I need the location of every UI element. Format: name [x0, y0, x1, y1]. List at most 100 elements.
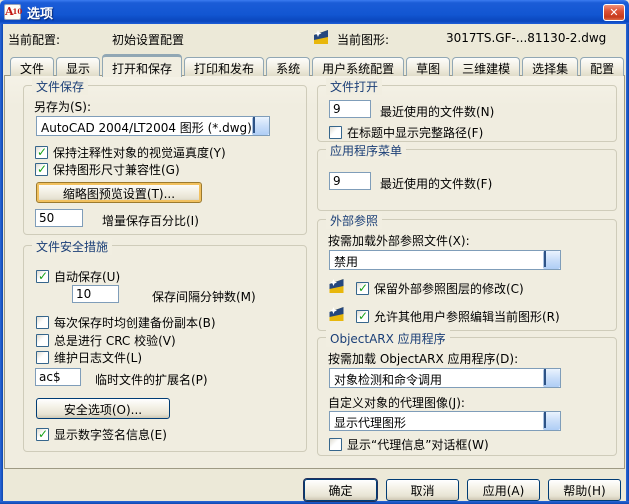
full-path-checkbox[interactable] [329, 126, 342, 139]
backup-copy-checkbox[interactable] [36, 316, 49, 329]
size-compat-checkbox[interactable] [35, 163, 48, 176]
window-title: 选项 [27, 3, 603, 22]
current-profile-value: 初始设置配置 [112, 31, 184, 48]
recent-files-input[interactable] [329, 100, 371, 118]
size-compat-label: 保持图形尺寸兼容性(G) [53, 161, 180, 178]
chevron-down-icon[interactable] [543, 369, 560, 387]
incremental-save-input[interactable] [35, 209, 83, 227]
save-interval-label: 保存间隔分钟数(M) [152, 288, 256, 305]
xref-demand-load-value: 禁用 [330, 251, 560, 270]
tab-system[interactable]: 系统 [266, 57, 310, 76]
xref-group-title: 外部参照 [326, 212, 382, 229]
app-menu-recent-input[interactable] [329, 172, 371, 190]
thumbnail-preview-settings-button[interactable]: 缩略图预览设置(T)... [36, 182, 202, 203]
tab-drafting[interactable]: 草图 [406, 57, 450, 76]
tab-profiles[interactable]: 配置 [580, 57, 624, 76]
autosave-row: 自动保存(U) [36, 268, 120, 285]
incremental-save-label: 增量保存百分比(I) [102, 212, 199, 229]
size-compat-row: 保持图形尺寸兼容性(G) [35, 161, 180, 178]
current-drawing-label: 当前图形: [337, 31, 389, 48]
drawing-file-icon [328, 278, 345, 294]
apply-button[interactable]: 应用(A) [467, 479, 540, 501]
digital-signature-label: 显示数字签名信息(E) [54, 426, 167, 443]
visual-fidelity-row: 保持注释性对象的视觉逼真度(Y) [35, 144, 226, 161]
proxy-dialog-label: 显示“代理信息”对话框(W) [347, 436, 489, 453]
full-path-row: 在标题中显示完整路径(F) [329, 124, 483, 141]
chevron-down-icon[interactable] [543, 251, 560, 269]
recent-files-label: 最近使用的文件数(N) [380, 103, 494, 120]
options-dialog: A10 选项 ✕ 当前配置: 初始设置配置 当前图形: 3017TS.GF-..… [0, 0, 629, 504]
file-open-group: 文件打开 最近使用的文件数(N) 在标题中显示完整路径(F) [317, 85, 617, 142]
save-as-combobox[interactable]: AutoCAD 2004/LT2004 图形 (*.dwg) [36, 116, 270, 136]
retain-xref-layer-label: 保留外部参照图层的修改(C) [374, 280, 524, 297]
proxy-image-value: 显示代理图形 [330, 412, 560, 431]
tab-open-and-save[interactable]: 打开和保存 [102, 54, 182, 77]
objectarx-demand-load-combobox[interactable]: 对象检测和命令调用 [329, 368, 561, 388]
proxy-dialog-checkbox[interactable] [329, 438, 342, 451]
save-as-label: 另存为(S): [34, 98, 91, 115]
xref-group: 外部参照 按需加载外部参照文件(X): 禁用 保留外部参照图层的修改(C) 允许… [317, 219, 617, 331]
file-safety-group-title: 文件安全措施 [32, 238, 112, 255]
objectarx-demand-load-label: 按需加载 ObjectARX 应用程序(D): [328, 350, 518, 367]
retain-xref-row: 保留外部参照图层的修改(C) [356, 280, 524, 297]
objectarx-group: ObjectARX 应用程序 按需加载 ObjectARX 应用程序(D): 对… [317, 337, 617, 456]
allow-refedit-row: 允许其他用户参照编辑当前图形(R) [356, 308, 560, 325]
app-menu-group-title: 应用程序菜单 [326, 142, 406, 159]
objectarx-group-title: ObjectARX 应用程序 [326, 330, 450, 347]
log-file-checkbox[interactable] [36, 351, 49, 364]
security-options-button[interactable]: 安全选项(O)... [36, 398, 170, 419]
allow-refedit-label: 允许其他用户参照编辑当前图形(R) [374, 308, 560, 325]
tab-files[interactable]: 文件 [10, 57, 54, 76]
visual-fidelity-checkbox[interactable] [35, 146, 48, 159]
autocad-app-icon: A10 [4, 4, 21, 20]
tab-display[interactable]: 显示 [56, 57, 100, 76]
log-file-label: 维护日志文件(L) [54, 349, 142, 366]
crc-validation-checkbox[interactable] [36, 334, 49, 347]
tab-selection[interactable]: 选择集 [522, 57, 578, 76]
temp-ext-input[interactable] [35, 368, 81, 386]
window-frame [0, 24, 3, 504]
objectarx-demand-load-value: 对象检测和命令调用 [330, 369, 560, 388]
chevron-down-icon[interactable] [543, 412, 560, 430]
drawing-file-icon [313, 29, 329, 45]
tab-strip: 文件 显示 打开和保存 打印和发布 系统 用户系统配置 草图 三维建模 选择集 … [10, 53, 626, 76]
save-interval-input[interactable] [72, 285, 119, 303]
xref-demand-load-combobox[interactable]: 禁用 [329, 250, 561, 270]
drawing-file-icon [328, 306, 345, 322]
digital-signature-checkbox[interactable] [36, 428, 49, 441]
full-path-label: 在标题中显示完整路径(F) [347, 124, 483, 141]
title-bar[interactable]: A10 选项 ✕ [0, 0, 629, 24]
visual-fidelity-label: 保持注释性对象的视觉逼真度(Y) [53, 144, 226, 161]
allow-refedit-checkbox[interactable] [356, 310, 369, 323]
backup-copy-label: 每次保存时均创建备份副本(B) [54, 314, 216, 331]
log-file-row: 维护日志文件(L) [36, 349, 142, 366]
file-safety-group: 文件安全措施 自动保存(U) 保存间隔分钟数(M) 每次保存时均创建备份副本(B… [23, 245, 307, 452]
save-as-value: AutoCAD 2004/LT2004 图形 (*.dwg) [37, 117, 269, 136]
current-profile-label: 当前配置: [8, 31, 60, 48]
ok-button[interactable]: 确定 [304, 479, 377, 501]
cancel-button[interactable]: 取消 [386, 479, 459, 501]
proxy-image-combobox[interactable]: 显示代理图形 [329, 411, 561, 431]
chevron-down-icon[interactable] [252, 117, 269, 135]
file-save-group: 文件保存 另存为(S): AutoCAD 2004/LT2004 图形 (*.d… [23, 85, 307, 235]
tab-plot-and-publish[interactable]: 打印和发布 [184, 57, 264, 76]
retain-xref-layer-checkbox[interactable] [356, 282, 369, 295]
crc-row: 总是进行 CRC 校验(V) [36, 332, 176, 349]
xref-demand-load-label: 按需加载外部参照文件(X): [328, 232, 470, 249]
autosave-label: 自动保存(U) [54, 268, 120, 285]
close-icon[interactable]: ✕ [603, 4, 625, 21]
app-menu-group: 应用程序菜单 最近使用的文件数(F) [317, 149, 617, 211]
backup-row: 每次保存时均创建备份副本(B) [36, 314, 216, 331]
proxy-dialog-row: 显示“代理信息”对话框(W) [329, 436, 489, 453]
autosave-checkbox[interactable] [36, 270, 49, 283]
file-open-group-title: 文件打开 [326, 78, 382, 95]
crc-validation-label: 总是进行 CRC 校验(V) [54, 332, 176, 349]
tab-3d-modeling[interactable]: 三维建模 [452, 57, 520, 76]
file-save-group-title: 文件保存 [32, 78, 88, 95]
temp-ext-label: 临时文件的扩展名(P) [95, 371, 208, 388]
current-drawing-value: 3017TS.GF-...81130-2.dwg [446, 31, 606, 45]
help-button[interactable]: 帮助(H) [548, 479, 621, 501]
open-and-save-page: 文件保存 另存为(S): AutoCAD 2004/LT2004 图形 (*.d… [4, 75, 625, 469]
signature-row: 显示数字签名信息(E) [36, 426, 167, 443]
tab-user-preferences[interactable]: 用户系统配置 [312, 57, 404, 76]
